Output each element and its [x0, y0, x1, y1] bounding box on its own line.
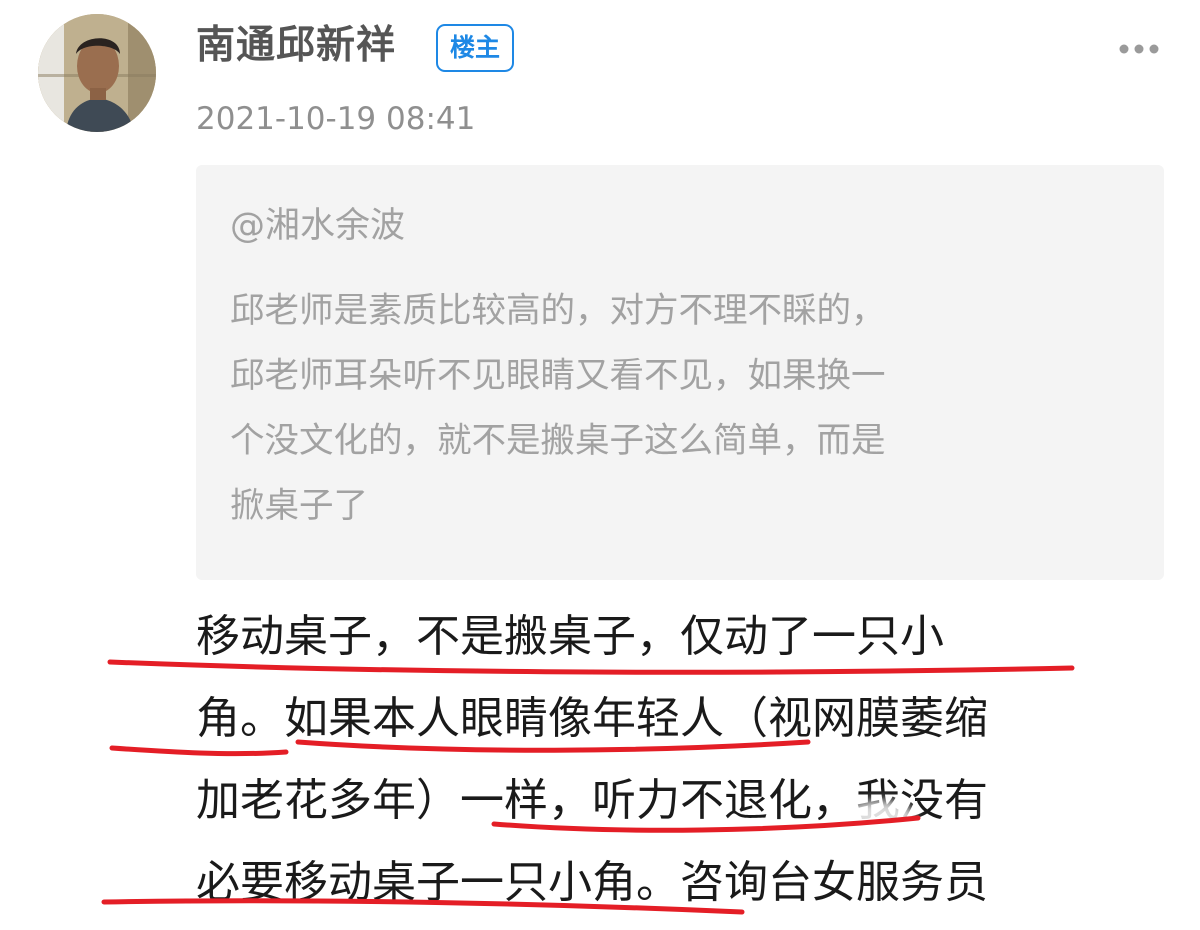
quoted-text-line: 邱老师是素质比较高的，对方不理不睬的， [230, 291, 886, 331]
post-page: 南通邱新祥 楼主 2021-10-19 08:41 @湘水余波 邱老师是素质比较… [0, 0, 1200, 930]
op-badge: 楼主 [436, 24, 515, 72]
erase-smudge [985, 798, 1045, 824]
reply-text-line: 角。如果本人眼睛像年轻人（视网膜萎缩 [196, 693, 988, 744]
quoted-author[interactable]: @湘水余波 [230, 201, 405, 251]
more-dots-icon[interactable] [1118, 36, 1160, 62]
quoted-reply[interactable]: @湘水余波 邱老师是素质比较高的，对方不理不睬的， 邱老师耳朵听不见眼睛又看不见… [196, 165, 1164, 580]
quoted-text-line: 掀桌子了 [230, 486, 368, 526]
avatar-photo [38, 14, 156, 132]
avatar[interactable] [38, 14, 156, 132]
erase-smudge [845, 800, 915, 832]
author-name[interactable]: 南通邱新祥 [196, 20, 396, 72]
quoted-text-line: 个没文化的，就不是搬桌子这么简单，而是 [230, 421, 886, 461]
quoted-text-line: 邱老师耳朵听不见眼睛又看不见，如果换一 [230, 356, 886, 396]
reply-text-line: 移动桌子，不是搬桌子，仅动了一只小 [196, 611, 944, 662]
post-timestamp: 2021-10-19 08:41 [196, 101, 476, 137]
reply-text-line: 必要移动桌子一只小角。咨询台女服务员 [196, 857, 988, 908]
